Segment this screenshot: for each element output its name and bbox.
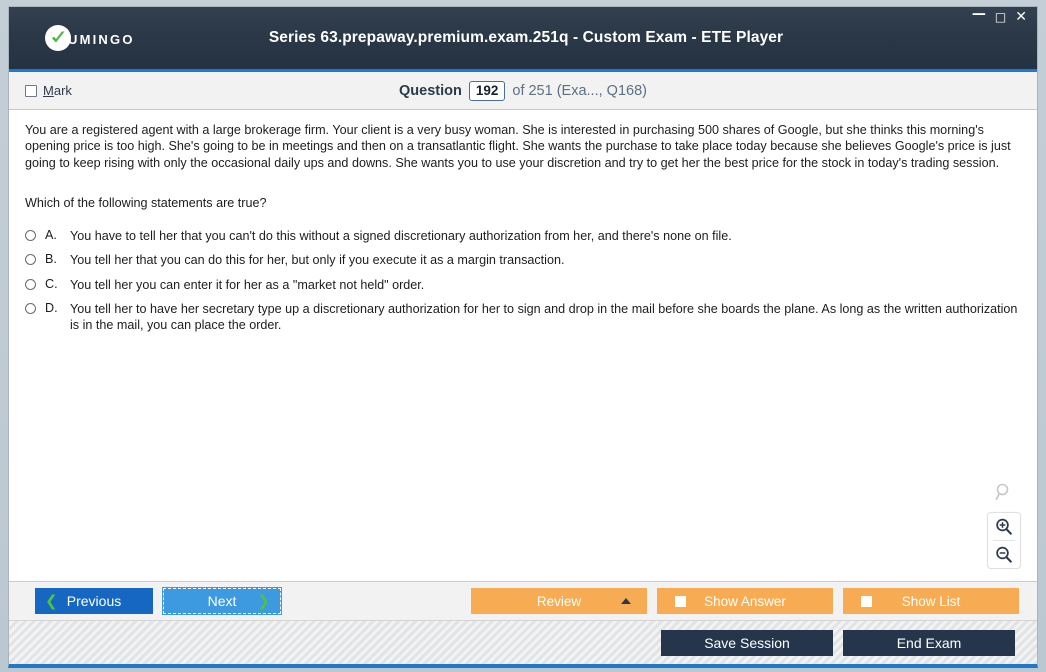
square-icon-show-list (861, 595, 872, 607)
mark-checkbox[interactable]: Mark (25, 83, 72, 98)
radio-a[interactable] (25, 230, 36, 241)
answer-options-list: A. You have to tell her that you can't d… (25, 228, 1025, 341)
window-title: Series 63.prepaway.premium.exam.251q - C… (268, 29, 784, 46)
option-text-a: You have to tell her that you can't do t… (70, 229, 732, 243)
option-text-c: You tell her you can enter it for her as… (70, 277, 425, 292)
footer-bar: Save Session End Exam (9, 620, 1037, 664)
answer-option-c[interactable]: C. You tell her you can enter it for her… (25, 277, 1025, 293)
check-icon (49, 29, 67, 47)
question-prompt-text: Which of the following statements are tr… (25, 196, 267, 210)
show-answer-button[interactable]: Show Answer (657, 588, 833, 614)
close-icon[interactable]: ✕ (1015, 10, 1027, 24)
show-answer-button-label: Show Answer (704, 593, 786, 609)
logo-wordmark: UMINGO (68, 32, 135, 47)
window-inner: UMINGO Series 63.prepaway.premium.exam.2… (8, 6, 1038, 668)
mark-accel-letter: M (43, 83, 54, 98)
next-button-label: Next (207, 593, 237, 609)
question-number-input[interactable]: 192 (468, 80, 506, 101)
mark-checkbox-box[interactable] (25, 84, 37, 97)
option-text-b: You tell her that you can do this for he… (70, 253, 565, 268)
zoom-in-icon[interactable] (988, 513, 1020, 540)
question-body-text: You are a registered agent with a large … (25, 123, 1011, 170)
question-counter: Question 192 of 251 (Exa..., Q168) (9, 80, 1037, 101)
magnifier-icon[interactable] (994, 482, 1014, 507)
option-letter-d: D. (45, 300, 58, 315)
radio-b[interactable] (25, 254, 36, 266)
answer-option-a[interactable]: A. You have to tell her that you can't d… (25, 228, 1025, 244)
window-frame: UMINGO Series 63.prepaway.premium.exam.2… (0, 0, 1046, 672)
option-letter-b: B. (45, 252, 57, 267)
minimize-icon[interactable]: — (972, 7, 986, 21)
chevron-right-icon: ❯ (257, 592, 270, 610)
action-bar: ❮ Previous Next ❯ Review Show Answer Sho… (9, 582, 1037, 620)
checkmark-logo-icon (45, 25, 71, 51)
question-content-area: You are a registered agent with a large … (9, 110, 1037, 582)
zoom-tool-group (987, 482, 1021, 569)
chevron-left-icon: ❮ (45, 592, 58, 610)
window-controls: — □ ✕ (972, 7, 1027, 24)
option-letter-a: A. (45, 228, 57, 242)
previous-button[interactable]: ❮ Previous (35, 588, 153, 614)
show-list-button-label: Show List (901, 593, 961, 609)
vumingo-logo: UMINGO (45, 25, 135, 51)
answer-option-b[interactable]: B. You tell her that you can do this for… (25, 252, 1025, 268)
previous-button-label: Previous (66, 593, 122, 609)
ete-player-window: UMINGO Series 63.prepaway.premium.exam.2… (0, 0, 1046, 672)
show-list-button[interactable]: Show List (843, 588, 1019, 614)
title-bar[interactable]: UMINGO Series 63.prepaway.premium.exam.2… (9, 7, 1037, 72)
question-word: Question (399, 82, 462, 99)
radio-c[interactable] (25, 278, 36, 290)
mark-label: Mark (43, 83, 72, 98)
radio-d[interactable] (25, 302, 36, 314)
end-exam-button[interactable]: End Exam (843, 629, 1015, 656)
option-letter-c: C. (45, 276, 58, 291)
square-icon-show-answer (675, 595, 686, 607)
save-session-button[interactable]: Save Session (661, 629, 833, 656)
zoom-out-icon[interactable] (988, 541, 1020, 568)
option-text-d: You tell her to have her secretary type … (70, 301, 1018, 333)
maximize-icon[interactable]: □ (995, 11, 1006, 23)
question-total-label: of 251 (Exa..., Q168) (512, 82, 647, 99)
review-button-label: Review (536, 593, 582, 609)
next-button[interactable]: Next ❯ (162, 587, 282, 615)
caret-up-icon (621, 598, 631, 604)
review-button[interactable]: Review (471, 588, 647, 614)
mark-label-rest: ark (53, 83, 72, 98)
zoom-buttons (987, 512, 1021, 569)
question-header-bar: Mark Question 192 of 251 (Exa..., Q168) (9, 72, 1037, 110)
answer-option-d[interactable]: D. You tell her to have her secretary ty… (25, 301, 1025, 334)
